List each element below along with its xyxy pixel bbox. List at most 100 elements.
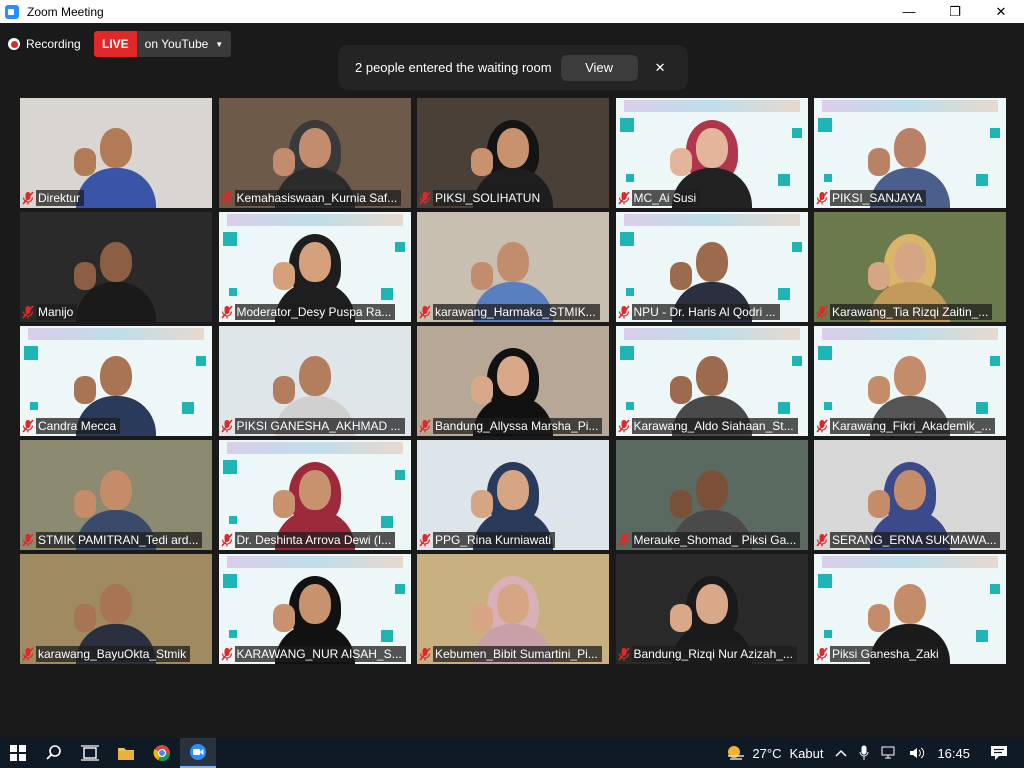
participant-video (74, 118, 156, 208)
title-bar: Zoom Meeting — ❐ ✕ (0, 0, 1024, 23)
participant-tile[interactable]: Candra Mecca (20, 326, 212, 436)
participant-namebar: Karawang_Fikri_Akademik_... (814, 418, 996, 434)
start-button[interactable] (0, 738, 36, 768)
muted-mic-icon (616, 190, 632, 206)
participant-namebar: SERANG_ERNA SUKMAWA... (814, 532, 1001, 548)
participant-name: Bandung_Allyssa Marsha_Pi... (433, 418, 603, 434)
participant-namebar: Bandung_Rizqi Nur Azizah_... (616, 646, 797, 662)
participant-name: Bandung_Rizqi Nur Azizah_... (631, 646, 797, 662)
participant-tile[interactable]: Merauke_Shomad_ Piksi Ga... (615, 440, 808, 550)
participant-namebar: karawang_BayuOkta_Stmik (20, 646, 191, 662)
microphone-icon[interactable] (859, 745, 869, 761)
participant-tile[interactable]: Kemahasiswaan_Kurnia Saf... (218, 98, 411, 208)
participant-name: STMIK PAMITRAN_Tedi ard... (36, 532, 203, 548)
muted-mic-icon (20, 532, 36, 548)
participant-namebar: Karawang_Aldo Siahaan_St... (616, 418, 798, 434)
chevron-down-icon: ▼ (215, 39, 224, 49)
weather-condition: Kabut (789, 745, 824, 761)
participant-name: PIKSI GANESHA_AKHMAD ... (234, 418, 405, 434)
zoom-app-icon (5, 4, 19, 19)
muted-mic-icon (417, 304, 433, 320)
muted-mic-icon (20, 418, 36, 434)
muted-mic-icon (219, 190, 235, 206)
system-tray: 27°C Kabut 16:45 (720, 738, 1024, 768)
participant-namebar: PPG_Rina Kurniawati (417, 532, 556, 548)
participant-namebar: Merauke_Shomad_ Piksi Ga... (616, 532, 801, 548)
participant-name: Karawang_Fikri_Akademik_... (830, 418, 996, 434)
participant-tile[interactable]: PIKSI GANESHA_AKHMAD ... (218, 326, 411, 436)
waiting-room-notification: 2 people entered the waiting room View ✕ (338, 45, 688, 90)
participant-name: KARAWANG_NUR AISAH_S... (234, 646, 406, 662)
participant-tile[interactable]: Manijo (20, 212, 212, 322)
participant-tile[interactable]: PIKSI_SOLIHATUN (417, 98, 609, 208)
participant-tile[interactable]: MC_Ai Susi (615, 98, 808, 208)
chrome-icon (153, 745, 171, 762)
participant-namebar: KARAWANG_NUR AISAH_S... (219, 646, 406, 662)
gallery-grid: Direktur Kemahasiswaan_Kurnia Saf... PIKSI… (20, 98, 1006, 668)
participant-tile[interactable]: Piksi Ganesha_Zaki (814, 554, 1006, 664)
participant-tile[interactable]: Dr. Deshinta Arrova Dewi (I... (218, 440, 411, 550)
muted-mic-icon (20, 304, 36, 320)
notifications-icon[interactable] (990, 745, 1008, 761)
participant-name: MC_Ai Susi (631, 190, 701, 206)
recording-indicator[interactable]: Recording (8, 31, 81, 57)
participant-tile[interactable]: karawang_Harmaka_STMIK... (417, 212, 609, 322)
participant-tile[interactable]: karawang_BayuOkta_Stmik (20, 554, 212, 664)
participant-name: Kebumen_Bibit Sumartini_Pi... (433, 646, 602, 662)
participant-tile[interactable]: Bandung_Allyssa Marsha_Pi... (417, 326, 609, 436)
participant-tile[interactable]: SERANG_ERNA SUKMAWA... (814, 440, 1006, 550)
search-button[interactable] (36, 738, 72, 768)
participant-tile[interactable]: PPG_Rina Kurniawati (417, 440, 609, 550)
participant-name: PPG_Rina Kurniawati (433, 532, 556, 548)
meeting-stage: Recording LIVE on YouTube ▼ 2 people ent… (0, 23, 1024, 738)
close-window-button[interactable]: ✕ (978, 0, 1024, 23)
close-notification-icon[interactable]: ✕ (655, 60, 666, 76)
participant-tile[interactable]: Karawang_Aldo Siahaan_St... (615, 326, 808, 436)
participant-tile[interactable]: Bandung_Rizqi Nur Azizah_... (615, 554, 808, 664)
participant-namebar: Kebumen_Bibit Sumartini_Pi... (417, 646, 602, 662)
file-explorer-button[interactable] (108, 738, 144, 768)
minimize-button[interactable]: — (886, 0, 932, 23)
weather-widget[interactable]: 27°C Kabut (726, 744, 823, 762)
participant-tile[interactable]: Karawang_Tia Rizqi Zaitin_... (814, 212, 1006, 322)
network-icon[interactable] (881, 746, 897, 760)
maximize-button[interactable]: ❐ (932, 0, 978, 23)
participant-namebar: MC_Ai Susi (616, 190, 701, 206)
muted-mic-icon (20, 190, 36, 206)
participant-namebar: Moderator_Desy Puspa Ra... (219, 304, 396, 320)
participant-tile[interactable]: Karawang_Fikri_Akademik_... (814, 326, 1006, 436)
volume-icon[interactable] (909, 746, 925, 760)
muted-mic-icon (417, 190, 433, 206)
muted-mic-icon (814, 190, 830, 206)
participant-namebar: NPU - Dr. Haris Al Qodri ... (616, 304, 780, 320)
muted-mic-icon (616, 646, 632, 662)
participant-tile[interactable]: STMIK PAMITRAN_Tedi ard... (20, 440, 212, 550)
muted-mic-icon (417, 646, 433, 662)
participant-name: Merauke_Shomad_ Piksi Ga... (631, 532, 801, 548)
participant-name: Karawang_Tia Rizqi Zaitin_... (830, 304, 993, 320)
task-view-icon (81, 745, 99, 761)
chevron-up-icon[interactable] (835, 748, 847, 758)
participant-name: karawang_BayuOkta_Stmik (36, 646, 191, 662)
view-waiting-room-button[interactable]: View (560, 54, 638, 81)
live-platform-dropdown[interactable]: on YouTube ▼ (136, 31, 232, 57)
muted-mic-icon (814, 304, 830, 320)
participant-tile[interactable]: Direktur (20, 98, 212, 208)
participant-tile[interactable]: NPU - Dr. Haris Al Qodri ... (615, 212, 808, 322)
participant-namebar: PIKSI_SOLIHATUN (417, 190, 545, 206)
task-view-button[interactable] (72, 738, 108, 768)
chrome-button[interactable] (144, 738, 180, 768)
clock[interactable]: 16:45 (937, 746, 970, 761)
live-platform-label: on YouTube (144, 37, 209, 51)
zoom-taskbar-button[interactable] (180, 738, 216, 768)
participant-name: Direktur (36, 190, 85, 206)
participant-tile[interactable]: Kebumen_Bibit Sumartini_Pi... (417, 554, 609, 664)
participant-tile[interactable]: KARAWANG_NUR AISAH_S... (218, 554, 411, 664)
participant-tile[interactable]: PIKSI_SANJAYA (814, 98, 1006, 208)
participant-namebar: Kemahasiswaan_Kurnia Saf... (219, 190, 402, 206)
live-stream-indicator[interactable]: LIVE on YouTube ▼ (94, 31, 232, 57)
window-controls: — ❐ ✕ (886, 0, 1024, 23)
participant-tile[interactable]: Moderator_Desy Puspa Ra... (218, 212, 411, 322)
participant-name: Piksi Ganesha_Zaki (830, 646, 943, 662)
muted-mic-icon (20, 646, 36, 662)
